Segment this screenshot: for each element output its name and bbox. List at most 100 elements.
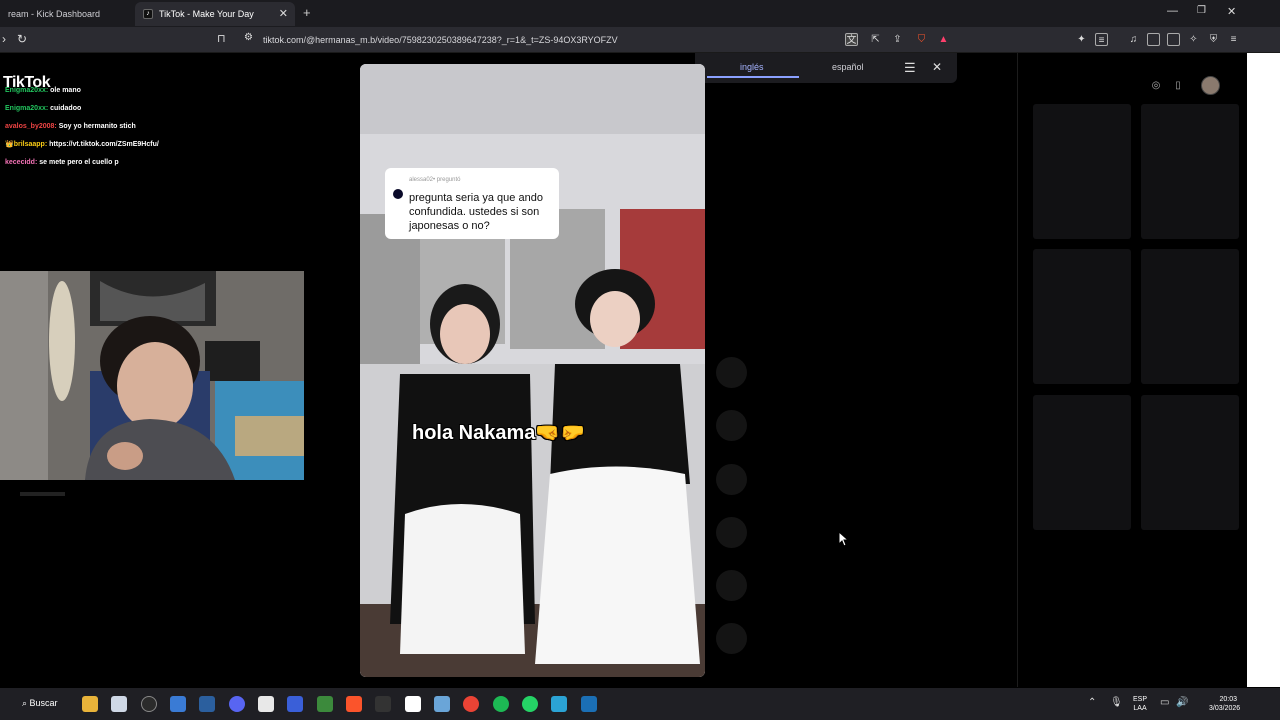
time: 20:03 — [1219, 696, 1237, 703]
discord-icon[interactable] — [229, 696, 245, 712]
app-icon[interactable] — [170, 696, 186, 712]
menu-icon[interactable]: ≡ — [1227, 33, 1240, 46]
translate-icon[interactable]: 文 — [845, 33, 858, 46]
site-settings-icon[interactable]: ⚙ — [244, 32, 253, 43]
date: 3/03/2026 — [1209, 705, 1241, 712]
avatar[interactable] — [1201, 76, 1220, 95]
bookmark-button[interactable] — [716, 464, 747, 495]
chat-text: cuidadoo — [50, 105, 82, 112]
mouse-cursor-icon — [838, 531, 848, 547]
tab-bar: ream - Kick Dashboard ♪ TikTok - Make Yo… — [0, 0, 1280, 27]
screen: ream - Kick Dashboard ♪ TikTok - Make Yo… — [0, 0, 1280, 720]
extensions-icon[interactable]: ✦ — [1075, 33, 1088, 46]
share-icon[interactable]: ⇪ — [891, 33, 904, 46]
active-tab-underline — [707, 76, 799, 78]
chat-username: kececidd: — [5, 159, 38, 166]
reader-mode-icon[interactable]: ≡ — [1095, 33, 1108, 46]
reload-icon[interactable]: ↻ — [17, 32, 27, 46]
video-thumbnail-placeholder[interactable] — [1033, 104, 1131, 239]
share-button[interactable] — [716, 517, 747, 548]
chat-message: kececidd: se mete pero el cuello p — [5, 158, 305, 176]
calculator-icon[interactable] — [434, 696, 450, 712]
compass-icon[interactable]: ◎ — [1148, 78, 1164, 94]
target-lang-tab[interactable]: español — [832, 62, 864, 72]
close-window-icon[interactable]: ✕ — [1227, 5, 1236, 18]
steam-icon[interactable] — [199, 696, 215, 712]
input-language[interactable]: ESP LAA — [1133, 695, 1147, 713]
steam-icon[interactable] — [581, 696, 597, 712]
page-edge-strip — [1247, 53, 1280, 687]
close-tab-icon[interactable]: ✕ — [279, 7, 288, 20]
video-player[interactable] — [360, 64, 705, 677]
sound-button[interactable] — [716, 623, 747, 654]
chat-message: avalos_by2008: Soy yo hermanito stich — [5, 122, 305, 140]
tab-kick-dashboard[interactable]: ream - Kick Dashboard — [0, 2, 130, 26]
chat-text: ole mano — [50, 87, 81, 94]
lang-line-1: ESP — [1133, 696, 1148, 703]
video-thumbnail-placeholder[interactable] — [1141, 104, 1239, 239]
sidebar-icon[interactable] — [1147, 33, 1160, 46]
tiktok-favicon-icon: ♪ — [143, 9, 153, 19]
brave-rewards-icon[interactable]: ▲ — [937, 33, 950, 46]
app-icon[interactable] — [287, 696, 303, 712]
question-text: pregunta seria ya que ando confundida. u… — [409, 192, 543, 232]
video-thumbnail-placeholder[interactable] — [1033, 249, 1131, 384]
minecraft-icon[interactable] — [317, 696, 333, 712]
url-field[interactable]: tiktok.com/@hermanas_m.b/video/759823025… — [263, 35, 618, 45]
brave-browser-icon[interactable] — [346, 696, 362, 712]
translate-menu-icon[interactable]: ☰ — [904, 60, 916, 76]
chat-username: 👑brilsaapp: — [5, 141, 48, 148]
back-icon[interactable]: › — [2, 32, 6, 46]
webcam-feed — [0, 271, 304, 480]
media-icon[interactable]: ♫ — [1127, 33, 1140, 46]
app-icon[interactable] — [551, 696, 567, 712]
brave-shields-icon[interactable]: ⛉ — [915, 33, 928, 46]
chat-message: 👑brilsaapp: https://vt.tiktok.com/ZSmE9H… — [5, 140, 305, 158]
more-button[interactable] — [716, 570, 747, 601]
taskbar: ⌕ Buscar ⌃ 🎙 ESP LAA ▭ 🔊 20:03 3/03/2026 — [0, 688, 1280, 720]
volume-icon[interactable]: 🔊 — [1176, 697, 1188, 708]
chat-message: Enigma20xx: cuidadoo — [5, 104, 305, 122]
maximize-icon[interactable]: ❐ — [1197, 5, 1206, 16]
comment-button[interactable] — [716, 410, 747, 441]
search-label: Buscar — [29, 698, 58, 708]
vpn-icon[interactable]: ⛨ — [1207, 33, 1220, 46]
chrome-icon[interactable] — [463, 696, 479, 712]
wallet-icon[interactable] — [1167, 33, 1180, 46]
leo-icon[interactable]: ✧ — [1187, 33, 1200, 46]
translate-popup: inglés español ☰ ✕ — [695, 53, 957, 83]
chat-overlay: Enigma20xx: ole mano Enigma20xx: cuidado… — [5, 86, 305, 176]
clock[interactable]: 20:03 3/03/2026 — [1209, 695, 1241, 713]
chevron-up-icon[interactable]: ⌃ — [1088, 697, 1096, 708]
open-external-icon[interactable]: ⇱ — [869, 33, 882, 46]
video-caption: hola Nakama🤜🤛 — [412, 422, 586, 444]
tab-tiktok[interactable]: ♪ TikTok - Make Your Day ✕ — [135, 2, 295, 26]
network-icon[interactable]: ▭ — [1160, 697, 1169, 708]
store-icon[interactable] — [111, 696, 127, 712]
spotify-icon[interactable] — [493, 696, 509, 712]
device-icon[interactable]: ▯ — [1170, 78, 1186, 94]
close-icon[interactable]: ✕ — [932, 60, 942, 74]
lang-line-2: LAA — [1133, 705, 1147, 712]
video-thumbnail-placeholder[interactable] — [1033, 395, 1131, 530]
video-thumbnail-placeholder[interactable] — [1141, 395, 1239, 530]
file-explorer-icon[interactable] — [82, 696, 98, 712]
minimize-icon[interactable]: — — [1167, 5, 1178, 17]
video-thumbnail-placeholder[interactable] — [1141, 249, 1239, 384]
app-icon[interactable] — [375, 696, 391, 712]
new-tab-icon[interactable]: + — [303, 5, 311, 20]
like-button[interactable] — [716, 357, 747, 388]
panel-divider — [1017, 53, 1018, 687]
app-icon[interactable] — [258, 696, 274, 712]
microphone-icon[interactable]: 🎙 — [1110, 697, 1123, 708]
chat-username: avalos_by2008: — [5, 123, 57, 130]
webcam-caption-bar — [20, 492, 65, 496]
whatsapp-icon[interactable] — [522, 696, 538, 712]
app-icon[interactable] — [405, 696, 421, 712]
bookmark-icon[interactable]: ⊓ — [217, 32, 226, 45]
taskbar-search[interactable]: ⌕ Buscar — [22, 698, 58, 709]
chat-text: https://vt.tiktok.com/ZSmE9Hcfu/ — [49, 141, 159, 148]
question-header: alessa02• preguntó — [409, 177, 461, 183]
source-lang-tab[interactable]: inglés — [740, 62, 764, 72]
app-icon[interactable] — [141, 696, 157, 712]
